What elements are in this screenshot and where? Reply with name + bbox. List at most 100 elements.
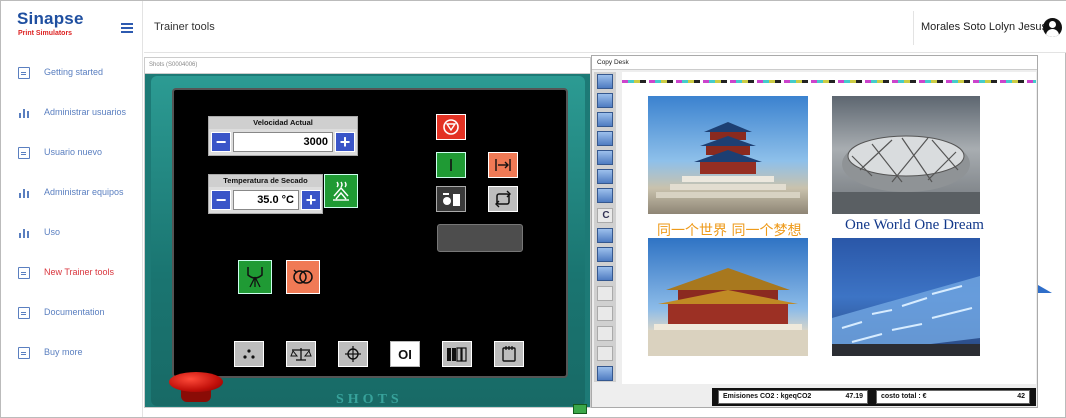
- emergency-stop-icon: [169, 372, 223, 392]
- arrow-expand-icon: [495, 159, 511, 171]
- power-on-icon: [450, 159, 452, 171]
- blank-tool-icon[interactable]: [597, 346, 613, 361]
- heat-icon: [333, 181, 349, 201]
- sidebar-item-label: Usuario nuevo: [44, 147, 103, 157]
- photo-temple-of-heaven: [648, 96, 808, 214]
- layout-tool-icon[interactable]: [597, 93, 613, 108]
- brand-tagline: Print Simulators: [18, 30, 73, 37]
- refresh-tool[interactable]: C: [597, 208, 613, 223]
- cost-value: 42: [1017, 393, 1025, 400]
- stop-button[interactable]: [436, 114, 466, 140]
- brand-name: Sinapse: [17, 9, 84, 28]
- roller-button[interactable]: [286, 260, 320, 294]
- layout-tool-icon[interactable]: [597, 112, 613, 127]
- export-tool-icon[interactable]: [597, 366, 613, 381]
- cycle-button[interactable]: [488, 186, 518, 212]
- user-name[interactable]: Morales Soto Lolyn Jesus: [921, 21, 1047, 33]
- speed-label: Velocidad Actual: [209, 117, 357, 129]
- layout-tool-icon[interactable]: [597, 188, 613, 203]
- bar-chart-icon: [18, 187, 30, 199]
- power-on-button[interactable]: [436, 152, 466, 178]
- layout-tool-icon[interactable]: [597, 169, 613, 184]
- brand-logo[interactable]: Sinapse Print Simulators: [17, 9, 127, 45]
- sidebar-item-label: Administrar equipos: [44, 187, 124, 197]
- grid-tool-icon[interactable]: [597, 266, 613, 281]
- divider: [913, 11, 914, 45]
- heater-button[interactable]: [324, 174, 358, 208]
- bar-chart-icon: [18, 227, 30, 239]
- id-card-icon: [18, 147, 30, 159]
- stop-icon: [443, 119, 459, 135]
- temperature-plus-button[interactable]: +: [301, 190, 321, 210]
- sidebar-item-buy-more[interactable]: Buy more: [1, 341, 142, 365]
- blank-tool-icon[interactable]: [597, 286, 613, 301]
- sidebar-item-getting-started[interactable]: Getting started: [1, 61, 142, 85]
- document-icon: [18, 67, 30, 79]
- ink-units-button[interactable]: [442, 341, 472, 367]
- color-tool-icon[interactable]: [597, 247, 613, 262]
- stadium-illustration: [832, 135, 980, 214]
- blanket-button[interactable]: [238, 260, 272, 294]
- balance-button[interactable]: [286, 341, 316, 367]
- copy-desk-header: Copy Desk: [592, 56, 1037, 70]
- bar-chart-icon: [18, 107, 30, 119]
- image-tool-icon[interactable]: [597, 228, 613, 243]
- caption-english: One World One Dream: [845, 217, 984, 233]
- print-sheet: 同一个世界 同一个梦想 One World One Dream: [622, 72, 1036, 384]
- refresh-icon: C: [602, 210, 610, 221]
- balance-icon: [290, 348, 312, 361]
- tray-icon: [502, 346, 516, 362]
- layout-tool-icon[interactable]: [597, 74, 613, 89]
- on-off-button[interactable]: OI: [390, 341, 420, 367]
- speed-control: Velocidad Actual − 3000 +: [208, 116, 358, 156]
- blank-tool-icon[interactable]: [597, 306, 613, 321]
- temperature-control: Temperatura de Secado − 35.0 °C +: [208, 174, 323, 214]
- top-bar: Trainer tools Morales Soto Lolyn Jesus: [144, 1, 1066, 53]
- sidebar-item-documentation[interactable]: Documentation: [1, 301, 142, 325]
- menu-toggle-icon[interactable]: [121, 23, 133, 33]
- layout-tool-icon[interactable]: [597, 150, 613, 165]
- shots-simulator-panel: Shots (S0004006) Velocidad Actual − 3000…: [144, 57, 591, 414]
- feeder-icon: [443, 193, 460, 206]
- expand-button[interactable]: [488, 152, 518, 178]
- document-icon: [18, 267, 30, 279]
- sidebar-item-uso[interactable]: Uso: [1, 221, 142, 245]
- sidebar-item-label: Getting started: [44, 67, 104, 77]
- machine-control-screen: Velocidad Actual − 3000 + Temperatura de…: [172, 88, 568, 378]
- emergency-stop-button[interactable]: [169, 372, 223, 402]
- sidebar-item-new-trainer-tools[interactable]: New Trainer tools: [1, 261, 142, 285]
- user-avatar-icon[interactable]: [1043, 18, 1062, 37]
- status-display: [437, 224, 523, 252]
- crosshair-icon: [345, 346, 361, 362]
- temperature-label: Temperatura de Secado: [209, 175, 322, 187]
- scroll-arrow-icon[interactable]: [1038, 285, 1052, 293]
- layout-tool-icon[interactable]: [597, 131, 613, 146]
- register-button[interactable]: [338, 341, 368, 367]
- shots-panel-header: Shots (S0004006): [145, 58, 590, 74]
- sidebar-item-label: Buy more: [44, 347, 83, 357]
- temperature-minus-button[interactable]: −: [211, 190, 231, 210]
- copy-desk-toolbar: C: [594, 72, 616, 382]
- photo-forbidden-city: [648, 238, 808, 356]
- status-bar: Emisiones CO2 : kgeqCO2 47.19 costo tota…: [712, 388, 1036, 406]
- speed-plus-button[interactable]: +: [335, 132, 355, 152]
- palace-illustration: [648, 268, 808, 356]
- tray-button[interactable]: [494, 341, 524, 367]
- color-bar: [622, 80, 1036, 83]
- cost-display: costo total : € 42: [876, 390, 1030, 404]
- dots-button[interactable]: [234, 341, 264, 367]
- status-led: [573, 404, 587, 414]
- sidebar-item-usuario-nuevo[interactable]: Usuario nuevo: [1, 141, 142, 165]
- speed-minus-button[interactable]: −: [211, 132, 231, 152]
- feeder-button[interactable]: [436, 186, 466, 212]
- dots-icon: [243, 349, 255, 359]
- cost-label: costo total : €: [881, 393, 927, 400]
- machine-frame: Velocidad Actual − 3000 + Temperatura de…: [151, 76, 587, 414]
- photo-birds-nest: [832, 96, 980, 214]
- sidebar-item-administrar-usuarios[interactable]: Administrar usuarios: [1, 101, 142, 125]
- ink-units-icon: [447, 347, 467, 362]
- sidebar-item-administrar-equipos[interactable]: Administrar equipos: [1, 181, 142, 205]
- shots-panel-title: Shots (S0004006): [149, 62, 198, 68]
- blank-tool-icon[interactable]: [597, 326, 613, 341]
- temple-illustration: [656, 122, 800, 198]
